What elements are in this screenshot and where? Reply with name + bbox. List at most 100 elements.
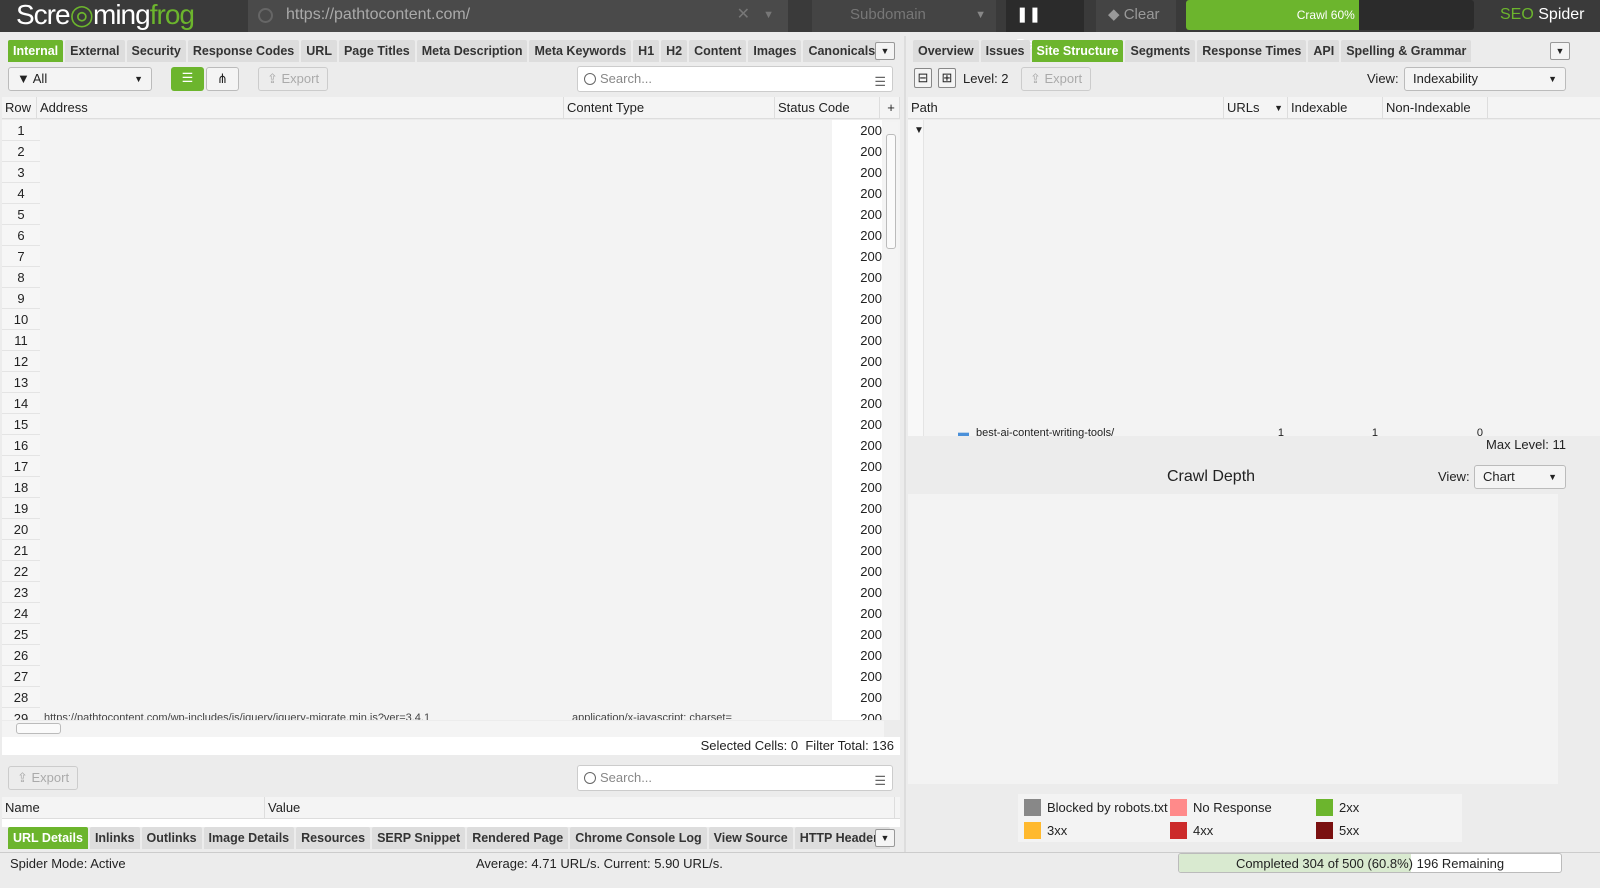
search-input[interactable]: Search... ☰ [577,66,893,92]
scrollbar-thumb[interactable] [16,723,61,734]
table-row[interactable]: 13 200 [2,372,892,394]
table-row[interactable]: 11 200 [2,330,892,352]
row-status-code: 200 [832,435,882,457]
table-row[interactable]: 14 200 [2,393,892,415]
tab-chrome-console-log[interactable]: Chrome Console Log [570,827,707,849]
more-bottom-tabs-button[interactable]: ▼ [875,829,895,847]
tab-inlinks[interactable]: Inlinks [89,827,140,849]
table-row[interactable]: 2 200 [2,141,892,163]
tab-spelling-grammar[interactable]: Spelling & Grammar [1341,40,1472,62]
tree-view-icon[interactable]: ⋔ [206,67,239,91]
subdomain-select[interactable]: Subdomain ▼ [812,0,996,32]
tab-meta-description[interactable]: Meta Description [416,40,528,62]
tab-image-details[interactable]: Image Details [203,827,295,849]
tab-rendered-page[interactable]: Rendered Page [467,827,569,849]
tab-images[interactable]: Images [748,40,802,62]
table-row[interactable]: 1 200 [2,120,892,142]
expand-icon[interactable]: ⊞ [938,68,956,88]
col-status-code[interactable]: Status Code [775,97,880,118]
tree-row[interactable]: ▬ best-ai-content-writing-tools/ 1 1 0 [908,426,1568,440]
tab-meta-keywords[interactable]: Meta Keywords [529,40,632,62]
clear-button[interactable]: ◆ Clear [1096,0,1176,32]
pause-button[interactable]: ❚❚ Pause [1006,0,1084,53]
table-row[interactable]: 8 200 [2,267,892,289]
tab-url-details[interactable]: URL Details [8,827,88,849]
tab-security[interactable]: Security [126,40,186,62]
tab-page-titles[interactable]: Page Titles [338,40,415,62]
bottom-search-input[interactable]: Search... ☰ [577,765,893,791]
tab-segments[interactable]: Segments [1125,40,1196,62]
collapse-icon[interactable]: ⊟ [914,68,932,88]
col-content-type[interactable]: Content Type [564,97,775,118]
tab-internal[interactable]: Internal [8,40,64,62]
col-path[interactable]: Path [908,97,1224,118]
tab-api[interactable]: API [1308,40,1340,62]
table-row[interactable]: 7 200 [2,246,892,268]
col-indexable[interactable]: Indexable [1288,97,1383,118]
tab-response-times[interactable]: Response Times [1197,40,1307,62]
tab-canonicals[interactable]: Canonicals [803,40,881,62]
clear-url-icon[interactable]: ✕ [737,0,750,30]
table-row[interactable]: 6 200 [2,225,892,247]
col-non-indexable[interactable]: Non-Indexable [1383,97,1488,118]
table-row[interactable]: 15 200 [2,414,892,436]
search-icon [584,73,596,85]
table-row[interactable]: 21 200 [2,540,892,562]
table-row[interactable]: 20 200 [2,519,892,541]
tab-serp-snippet[interactable]: SERP Snippet [372,827,466,849]
table-row[interactable]: 4 200 [2,183,892,205]
tab-content[interactable]: Content [689,40,747,62]
more-right-tabs-button[interactable]: ▼ [1550,42,1570,60]
table-row[interactable]: 25 200 [2,624,892,646]
table-row[interactable]: 18 200 [2,477,892,499]
horizontal-scrollbar[interactable] [2,721,884,737]
col-value[interactable]: Value [265,797,895,818]
right-export-button[interactable]: ⇪ Export [1021,67,1092,91]
table-row[interactable]: 22 200 [2,561,892,583]
table-row[interactable]: 17 200 [2,456,892,478]
bottom-export-button[interactable]: ⇪ Export [8,766,79,790]
tab-h1[interactable]: H1 [633,40,660,62]
table-row[interactable]: 29 https://pathtocontent.com/wp-includes/… [2,708,892,720]
table-row[interactable]: 19 200 [2,498,892,520]
col-name[interactable]: Name [2,797,265,818]
tab-site-structure[interactable]: Site Structure [1031,40,1124,62]
col-row[interactable]: Row [2,97,37,118]
chevron-down-icon[interactable]: ▼ [763,0,774,30]
tab-resources[interactable]: Resources [296,827,371,849]
table-row[interactable]: 16 200 [2,435,892,457]
chart-view-select[interactable]: Chart ▼ [1474,465,1566,489]
tree-expand-icon[interactable]: ▼ [914,125,924,136]
tab-h2[interactable]: H2 [661,40,688,62]
tab-view-source[interactable]: View Source [708,827,793,849]
export-button[interactable]: ⇪ Export [258,67,329,91]
filter-settings-icon[interactable]: ☰ [874,769,886,793]
col-urls[interactable]: URLs ▼ [1224,97,1288,118]
tab-outlinks[interactable]: Outlinks [141,827,202,849]
tab-external[interactable]: External [65,40,125,62]
view-select[interactable]: Indexability ▼ [1404,67,1566,91]
table-row[interactable]: 24 200 [2,603,892,625]
tab-response-codes[interactable]: Response Codes [187,40,300,62]
tab-overview[interactable]: Overview [913,40,979,62]
table-row[interactable]: 5 200 [2,204,892,226]
url-input[interactable]: https://pathtocontent.com/ ✕ ▼ [248,0,788,32]
more-tabs-button[interactable]: ▼ [875,42,895,60]
filter-settings-icon[interactable]: ☰ [874,70,886,94]
col-address[interactable]: Address [37,97,564,118]
filter-select[interactable]: ▼ All ▼ [8,67,152,91]
vertical-scrollbar[interactable] [884,122,898,720]
list-view-icon[interactable]: ☰ [171,67,204,91]
table-row[interactable]: 28 200 [2,687,892,709]
table-row[interactable]: 23 200 [2,582,892,604]
table-row[interactable]: 3 200 [2,162,892,184]
table-row[interactable]: 26 200 [2,645,892,667]
table-row[interactable]: 9 200 [2,288,892,310]
table-row[interactable]: 27 200 [2,666,892,688]
table-row[interactable]: 10 200 [2,309,892,331]
scrollbar-thumb[interactable] [886,134,896,249]
table-row[interactable]: 12 200 [2,351,892,373]
tab-url[interactable]: URL [301,40,337,62]
add-column-icon[interactable]: + [880,97,900,118]
tab-issues[interactable]: Issues [980,40,1030,62]
